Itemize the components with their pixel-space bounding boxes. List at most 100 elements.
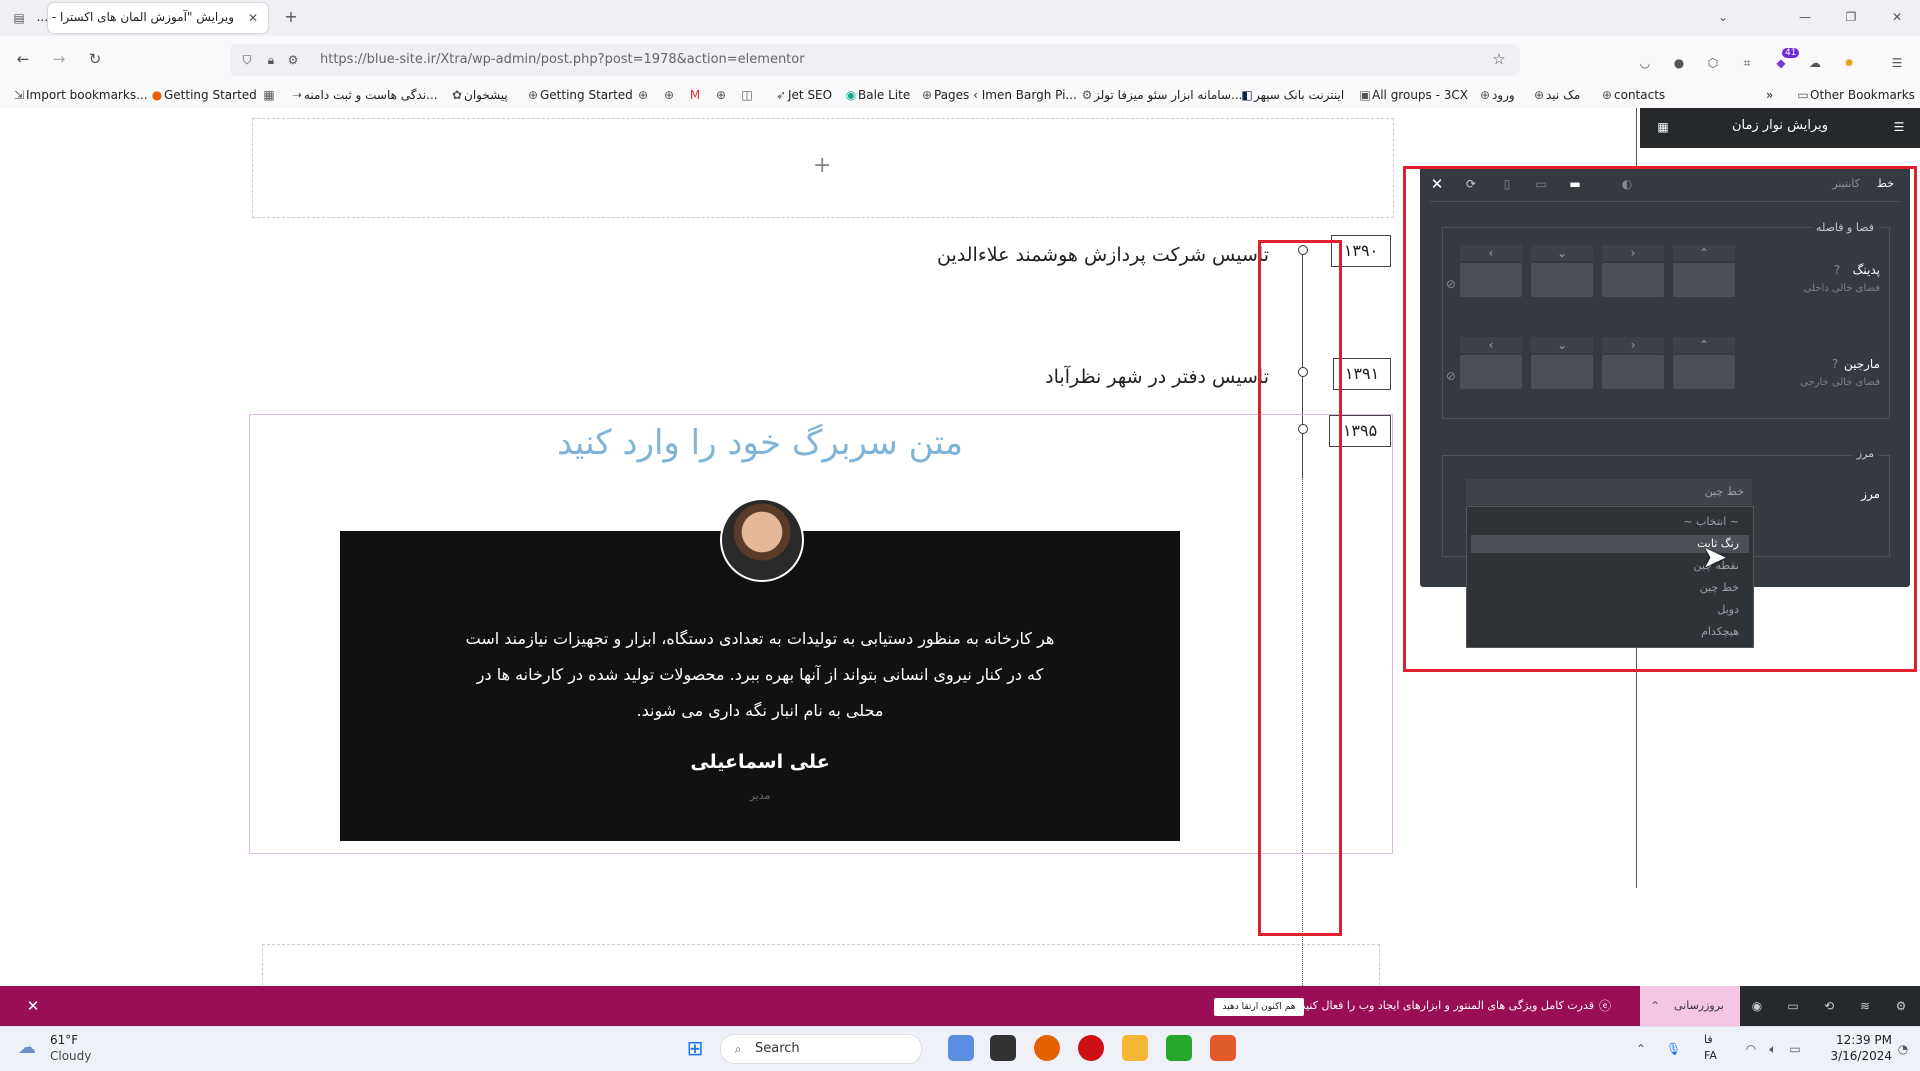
bookmark-item[interactable]: ◫ (740, 88, 754, 102)
bookmark-item[interactable]: ▣All groups - 3CX (1358, 88, 1468, 102)
globe-icon: ⊕ (637, 88, 649, 102)
bookmark-item[interactable]: ◉ Bale Lite (844, 88, 910, 102)
cloud-icon[interactable]: ☁ (1808, 56, 1822, 70)
lock-icon[interactable]: 🔒︎ (264, 53, 278, 67)
timeline-text: تاسیس شرکت پردازش هوشمند علاءالدین (937, 244, 1269, 266)
tab-list-icon[interactable]: ▤ (12, 11, 26, 25)
bookmark-item[interactable]: ⊕ (662, 88, 676, 102)
bookmark-item[interactable]: مک نید⊕ (1532, 88, 1580, 102)
bookmark-item[interactable]: ➶ Jet SEO (774, 88, 832, 102)
rocket-icon: ➶ (775, 88, 787, 102)
bookmark-item[interactable]: ⊕ contacts (1600, 88, 1665, 102)
taskbar-search[interactable]: ⌕ Search (720, 1034, 922, 1064)
bookmark-item[interactable]: ⊕ (714, 88, 728, 102)
extension-purple-icon[interactable]: ◆ (1774, 56, 1788, 70)
reload-icon[interactable]: ↻ (88, 52, 102, 67)
camtasia-red-icon[interactable] (1210, 1035, 1236, 1061)
search-icon: ⌕ (734, 1042, 742, 1056)
file-explorer-icon[interactable] (1122, 1035, 1148, 1061)
lang-indicator-top[interactable]: فا (1704, 1033, 1713, 1046)
bookmark-item[interactable]: اینترنت بانک سپهر◧ (1240, 88, 1344, 102)
menu-icon[interactable]: ☰ (1890, 56, 1904, 70)
windows-icon: ⊞ (686, 1036, 704, 1060)
add-section-icon[interactable]: + (813, 153, 831, 178)
bookmark-star-icon[interactable]: ☆ (1492, 52, 1506, 67)
opera-icon[interactable] (1078, 1035, 1104, 1061)
notifications-icon[interactable]: ◔ (1896, 1042, 1910, 1056)
permissions-icon[interactable]: ⚙ (286, 53, 300, 67)
shield-icon[interactable]: ⛉ (240, 53, 254, 67)
globe-icon: ⊕ (1601, 88, 1613, 102)
extensions-icon[interactable]: ⬡ (1706, 56, 1720, 70)
add-section-area-bottom[interactable] (262, 944, 1380, 985)
tray-chevron-icon[interactable]: ⌃ (1634, 1042, 1648, 1056)
start-button[interactable]: ⊞ (682, 1035, 708, 1061)
clock-time[interactable]: 12:39 PM (1822, 1033, 1892, 1047)
hamburger-icon[interactable]: ☰ (1892, 120, 1906, 134)
bookmark-item[interactable]: ⊕ Getting Started (526, 88, 633, 102)
account-icon[interactable]: ● (1672, 56, 1686, 70)
history-icon[interactable]: ⟲ (1822, 999, 1836, 1013)
bookmark-item[interactable]: M (688, 88, 702, 102)
firefox-taskbar-icon[interactable] (1034, 1035, 1060, 1061)
volume-icon[interactable]: 🔈︎ (1766, 1042, 1780, 1056)
panel-title: ویرایش نوار زمان (1731, 118, 1829, 133)
pocket-icon[interactable]: ◡ (1638, 56, 1652, 70)
notice-text: قدرت کامل ویژگی های المنتور و ابزارهای ا… (1296, 999, 1594, 1012)
new-tab-icon[interactable]: + (284, 9, 298, 25)
bookmark-item[interactable]: ⊕ (636, 88, 650, 102)
bookmark-item[interactable]: ...سامانه ابزار سئو میزفا تولز⚙ (1080, 88, 1243, 102)
other-bookmarks[interactable]: ▭Other Bookmarks (1796, 88, 1915, 102)
extension-badge: 41 (1782, 48, 1800, 58)
update-button[interactable]: ⌃ بروزرسانی (1640, 986, 1740, 1026)
app-icon[interactable] (990, 1035, 1016, 1061)
bookmark-item[interactable]: ورود⊕ (1478, 88, 1515, 102)
wifi-icon[interactable]: ◠ (1744, 1042, 1758, 1056)
grid-apps-icon[interactable]: ▦ (1656, 120, 1670, 134)
minimize-icon[interactable]: — (1798, 10, 1812, 24)
responsive-icon[interactable]: ▭ (1786, 999, 1800, 1013)
weather-temp: 61°F (50, 1033, 79, 1047)
globe-icon: ⊕ (1479, 88, 1491, 102)
url-bar[interactable]: ⛉ 🔒︎ ⚙ https://blue-site.ir/Xtra/wp-admi… (230, 44, 1520, 76)
microphone-icon[interactable]: 🎙︎ (1666, 1042, 1681, 1056)
crop-icon[interactable]: ⌗ (1740, 56, 1754, 70)
testimonial-role: مدیر (749, 789, 771, 802)
more-bookmarks-icon[interactable]: » (1766, 88, 1773, 102)
upgrade-button[interactable]: هم اکنون ارتقا دهید (1214, 998, 1304, 1016)
clock-date[interactable]: 3/16/2024 (1822, 1049, 1892, 1063)
bookmark-item[interactable]: ▦ (262, 88, 276, 102)
battery-icon[interactable]: ▭ (1788, 1042, 1802, 1056)
copilot-icon[interactable] (948, 1035, 974, 1061)
forward-icon[interactable]: → (52, 52, 66, 67)
weather-cloud-icon[interactable]: ☁ (18, 1039, 36, 1057)
lang-indicator-bottom[interactable]: FA (1704, 1049, 1717, 1062)
site-icon: ◫ (741, 88, 753, 102)
bookmark-item[interactable]: ⊕ Pages ‹ Imen Bargh Pi... (920, 88, 1077, 102)
folder-icon: ▭ (1797, 88, 1809, 102)
bookmark-item[interactable]: پیشخوان✿ (450, 88, 508, 102)
layers-icon[interactable]: ≋ (1858, 999, 1872, 1013)
chevron-down-icon[interactable]: ⌄ (1716, 10, 1730, 24)
preview-eye-icon[interactable]: ◉ (1750, 999, 1764, 1013)
bookmark-item[interactable]: ...ندگی هاست و ثبت دامنه➝ (290, 88, 438, 102)
close-notice-icon[interactable]: ✕ (26, 999, 40, 1014)
elementor-canvas: + ۱۳۹۰ تاسیس شرکت پردازش هوشمند علاءالدی… (0, 108, 1640, 986)
bookmark-item[interactable]: ⇲ Import bookmarks... (12, 88, 148, 102)
browser-tab-active[interactable]: ویرایش "آموزش المان های اکسترا - ... ✕ (37, 3, 268, 33)
highlight-box-timeline (1258, 240, 1342, 936)
calendar-icon: ▦ (263, 88, 275, 102)
bookmark-item[interactable]: ● Getting Started (150, 88, 257, 102)
tab-title: ویرایش "آموزش المان های اکسترا - ... (36, 10, 234, 24)
close-window-icon[interactable]: ✕ (1890, 10, 1904, 24)
camtasia-green-icon[interactable] (1166, 1035, 1192, 1061)
settings-gear-icon[interactable]: ⚙ (1894, 999, 1908, 1013)
highlight-box-popover (1403, 166, 1917, 672)
add-section-area[interactable]: + (252, 118, 1394, 218)
heading-placeholder[interactable]: متن سربرگ خود را وارد کنید (440, 423, 1080, 463)
back-icon[interactable]: ← (16, 52, 30, 67)
url-text[interactable]: https://blue-site.ir/Xtra/wp-admin/post.… (320, 52, 805, 67)
restore-icon[interactable]: ❐ (1844, 10, 1858, 24)
addon-icon[interactable]: ✹ (1842, 56, 1856, 70)
close-tab-icon[interactable]: ✕ (246, 11, 260, 25)
